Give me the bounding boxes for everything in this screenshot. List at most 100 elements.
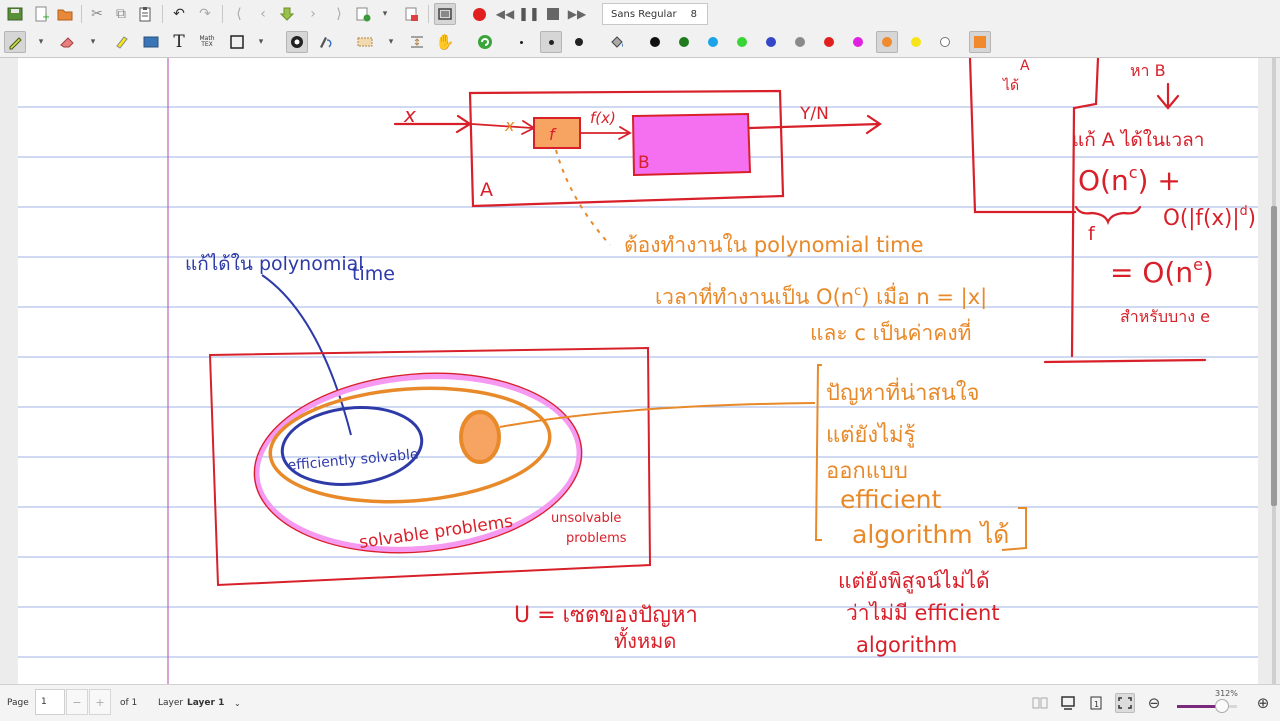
record-icon[interactable] [468, 3, 490, 25]
color-swatch[interactable] [789, 31, 811, 53]
select-options-dropdown-icon[interactable]: ▾ [380, 31, 402, 53]
pause-icon[interactable]: ❚❚ [518, 3, 540, 25]
fine-width-icon[interactable] [510, 31, 532, 53]
save-icon[interactable] [4, 3, 26, 25]
red-bottom-line3: algorithm [856, 633, 957, 657]
book-view-icon[interactable] [1030, 693, 1050, 713]
new-page-icon[interactable]: + [30, 3, 52, 25]
math-tex-tool-icon[interactable]: Math TEX [196, 31, 218, 53]
right-o-nc-head: O(n [1078, 164, 1129, 197]
zoom-100-icon[interactable]: 1 [1086, 693, 1106, 713]
right-b-label: หา B [1130, 61, 1166, 80]
color-swatch[interactable] [847, 31, 869, 53]
color-swatch[interactable] [818, 31, 840, 53]
open-icon[interactable] [54, 3, 76, 25]
color-swatch[interactable] [731, 31, 753, 53]
f-of-x-label: f(x) [590, 109, 616, 127]
orange-note-line3: และ c เป็นค่าคงที่ [810, 318, 971, 345]
pen-options-dropdown-icon[interactable]: ▾ [30, 31, 52, 53]
zoom-slider-handle[interactable] [1214, 699, 1229, 713]
text-tool-icon[interactable]: T [168, 31, 190, 53]
delete-page-icon[interactable] [400, 3, 422, 25]
medium-width-icon[interactable] [540, 31, 562, 53]
color-swatch[interactable] [934, 31, 956, 53]
red-bottom-line1: แต่ยังพิสูจน์ไม่ได้ [838, 569, 990, 594]
custom-color-button[interactable] [969, 31, 991, 53]
page-increment-button[interactable]: + [89, 689, 111, 715]
input-x-label: x [403, 103, 416, 127]
orange-bracket-line5: algorithm ได้ [852, 520, 1009, 549]
box-a-label: A [480, 179, 493, 201]
fill-icon[interactable] [606, 31, 628, 53]
add-page-dropdown-icon[interactable]: ▾ [374, 3, 396, 25]
eraser-options-dropdown-icon[interactable]: ▾ [82, 31, 104, 53]
layer-select[interactable]: Layer 1 [187, 685, 224, 721]
cut-icon[interactable]: ✂ [86, 3, 108, 25]
font-name: Sans Regular [611, 8, 677, 20]
color-swatch[interactable] [702, 31, 724, 53]
orange-bracket-line3: ออกแบบ [826, 459, 908, 484]
add-page-icon[interactable] [352, 3, 374, 25]
color-swatch[interactable] [760, 31, 782, 53]
eraser-tool-icon[interactable] [56, 31, 78, 53]
first-page-icon[interactable]: ⟨ [228, 3, 250, 25]
highlighter-tool-icon[interactable] [110, 31, 132, 53]
page-number-value: 1 [41, 697, 47, 707]
page-label: Page [7, 698, 29, 708]
main-toolbar: + ✂ ⧉ ↶ ↷ ⟨ ‹ › ⟩ ▾ ◀◀ ❚❚ ▶▶ Sans Regula… [0, 0, 1280, 29]
orange-note-line2-tail: ) เมื่อ n = |x| [861, 282, 987, 310]
rewind-icon[interactable]: ◀◀ [494, 3, 516, 25]
redo-icon[interactable]: ↷ [194, 3, 216, 25]
inner-x-label: x [504, 116, 515, 135]
goto-page-icon[interactable] [276, 3, 298, 25]
orange-bracket-line1: ปัญหาที่น่าสนใจ [826, 377, 980, 406]
default-tool-icon[interactable] [474, 31, 496, 53]
select-rect-icon[interactable] [354, 31, 376, 53]
right-equals-tail: ) [1203, 256, 1214, 289]
font-selector[interactable]: Sans Regular 8 [602, 3, 708, 25]
shape-options-dropdown-icon[interactable]: ▾ [250, 31, 272, 53]
page-decrement-button[interactable]: − [66, 689, 88, 715]
color-swatch[interactable] [905, 31, 927, 53]
orange-note-line2: เวลาที่ทำงานเป็น O(nc) เมื่อ n = |x| [655, 282, 987, 310]
undo-icon[interactable]: ↶ [168, 3, 190, 25]
fast-forward-icon[interactable]: ▶▶ [566, 3, 588, 25]
orange-note-line1: ต้องทำงานใน polynomial time [624, 233, 924, 257]
u-note-line1: U = เซตของปัญหา [514, 603, 698, 628]
ruler-toggle-icon[interactable] [286, 31, 308, 53]
stop-icon[interactable] [542, 3, 564, 25]
orange-note-line2-sup: c [854, 284, 861, 299]
blue-note-line1: แก้ได้ใน polynomial [185, 253, 364, 275]
next-page-icon[interactable]: › [302, 3, 324, 25]
page-number-input[interactable]: 1 [35, 689, 65, 715]
hand-tool-icon[interactable]: ✋ [434, 31, 456, 53]
presentation-view-icon[interactable] [1058, 693, 1078, 713]
zoom-in-icon[interactable]: ⊕ [1253, 693, 1273, 713]
shape-recognizer-icon[interactable] [314, 31, 336, 53]
color-swatch[interactable] [673, 31, 695, 53]
copy-icon[interactable]: ⧉ [110, 3, 132, 25]
image-tool-icon[interactable] [140, 31, 162, 53]
right-o-nc-tail: ) + [1138, 164, 1181, 197]
note-canvas[interactable]: x x f f(x) B A Y/N ต้องทำงานใน polynomia… [0, 58, 1280, 684]
pen-tool-icon[interactable] [4, 31, 26, 53]
interesting-problems-blob [459, 410, 501, 464]
thick-width-icon[interactable] [568, 31, 590, 53]
fullscreen-icon[interactable] [434, 3, 456, 25]
shape-tool-icon[interactable] [226, 31, 248, 53]
vertical-space-icon[interactable] [406, 31, 428, 53]
last-page-icon[interactable]: ⟩ [328, 3, 350, 25]
orange-bracket-line2: แต่ยังไม่รู้ [826, 422, 916, 448]
color-swatch[interactable] [876, 31, 898, 53]
svg-text:1: 1 [1094, 700, 1099, 709]
previous-page-icon[interactable]: ‹ [252, 3, 274, 25]
orange-bracket-line4: efficient [840, 485, 941, 514]
box-b [631, 112, 752, 177]
zoom-fit-icon[interactable] [1115, 693, 1135, 713]
zoom-out-icon[interactable]: ⊖ [1144, 693, 1164, 713]
layer-dropdown-icon[interactable]: ⌄ [234, 685, 241, 721]
tools-toolbar: ▾ ▾ T Math TEX ▾ ▾ ✋ [0, 28, 1280, 58]
color-swatch[interactable] [644, 31, 666, 53]
paste-icon[interactable] [134, 3, 156, 25]
right-o-fx-tail: ) [1248, 206, 1256, 231]
